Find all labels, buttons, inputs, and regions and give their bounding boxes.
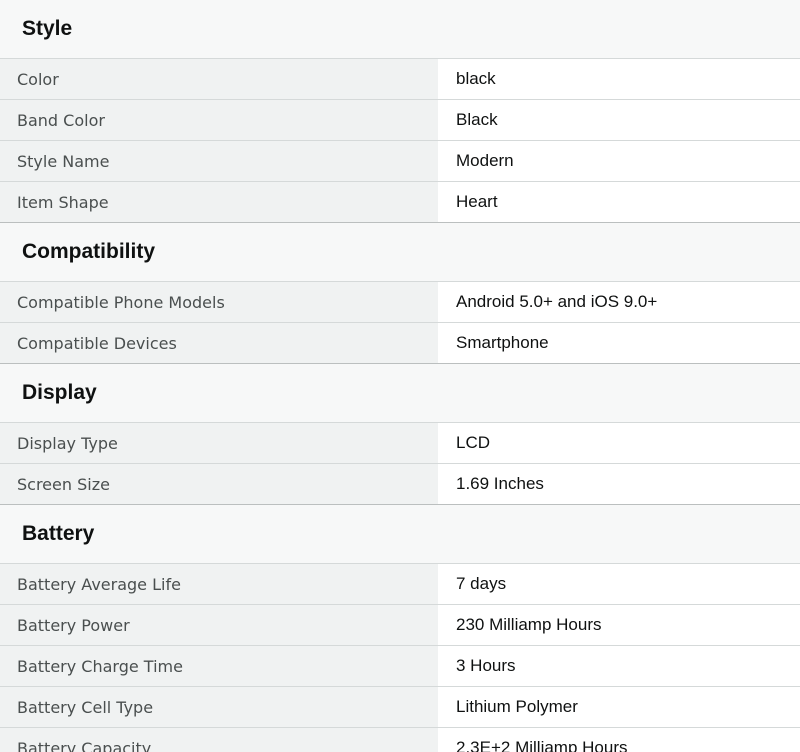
spec-label: Battery Cell Type [0,687,438,727]
spec-label: Battery Power [0,605,438,645]
spec-row-battery-power: Battery Power 230 Milliamp Hours [0,605,800,646]
spec-value: Lithium Polymer [438,687,800,727]
spec-value: 2.3E+2 Milliamp Hours [438,728,800,752]
section-title: Battery [22,522,95,545]
product-specifications: Style Color black Band Color Black Style… [0,0,800,752]
spec-value: Android 5.0+ and iOS 9.0+ [438,282,800,322]
spec-label: Battery Average Life [0,564,438,604]
spec-value: 1.69 Inches [438,464,800,504]
section-header-display: Display [0,364,800,423]
spec-label: Screen Size [0,464,438,504]
section-header-compatibility: Compatibility [0,223,800,282]
spec-row-style-name: Style Name Modern [0,141,800,182]
spec-label: Compatible Phone Models [0,282,438,322]
spec-row-screen-size: Screen Size 1.69 Inches [0,464,800,505]
spec-row-battery-cell-type: Battery Cell Type Lithium Polymer [0,687,800,728]
spec-value: 7 days [438,564,800,604]
spec-row-compatible-devices: Compatible Devices Smartphone [0,323,800,364]
spec-row-item-shape: Item Shape Heart [0,182,800,223]
spec-row-compatible-phone-models: Compatible Phone Models Android 5.0+ and… [0,282,800,323]
spec-value: 230 Milliamp Hours [438,605,800,645]
spec-label: Battery Charge Time [0,646,438,686]
spec-label: Display Type [0,423,438,463]
spec-label: Compatible Devices [0,323,438,363]
spec-row-battery-capacity: Battery Capacity 2.3E+2 Milliamp Hours [0,728,800,752]
spec-label: Battery Capacity [0,728,438,752]
section-header-battery: Battery [0,505,800,564]
section-title: Compatibility [22,240,156,263]
spec-row-color: Color black [0,59,800,100]
section-title: Display [22,381,97,404]
spec-row-battery-average-life: Battery Average Life 7 days [0,564,800,605]
section-header-style: Style [0,0,800,59]
spec-value: Modern [438,141,800,181]
spec-label: Style Name [0,141,438,181]
spec-row-band-color: Band Color Black [0,100,800,141]
section-title: Style [22,17,73,40]
spec-row-display-type: Display Type LCD [0,423,800,464]
spec-label: Color [0,59,438,99]
spec-label: Band Color [0,100,438,140]
spec-value: 3 Hours [438,646,800,686]
spec-value: Heart [438,182,800,222]
spec-row-battery-charge-time: Battery Charge Time 3 Hours [0,646,800,687]
spec-value: LCD [438,423,800,463]
spec-label: Item Shape [0,182,438,222]
spec-value: Smartphone [438,323,800,363]
spec-value: black [438,59,800,99]
spec-value: Black [438,100,800,140]
